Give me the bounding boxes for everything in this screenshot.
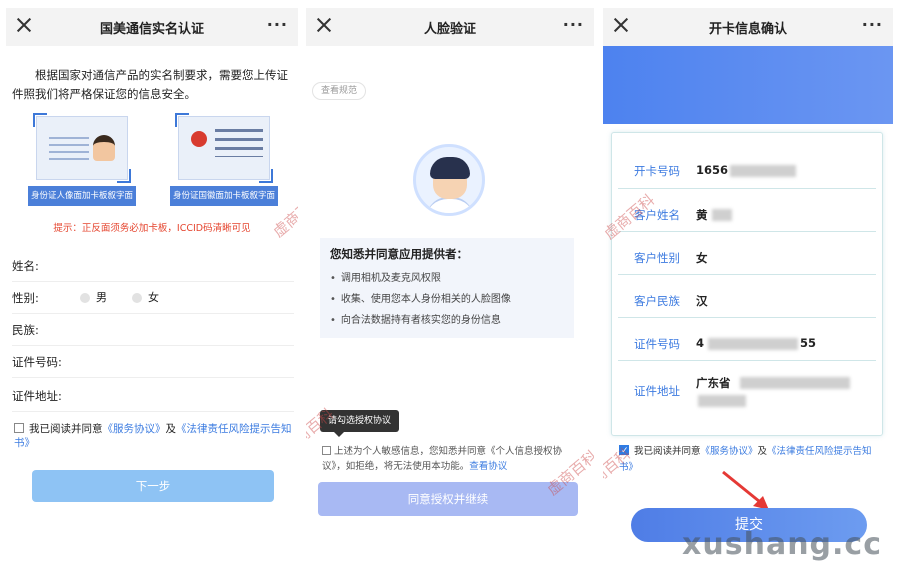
site-watermark: xushang.cc xyxy=(682,527,882,562)
info-card: 开卡号码 1656 客户姓名 黄 客户性别 女 客户民族 汉 证件号码 4 55… xyxy=(611,132,883,436)
face-verify-screen: 人脸验证 ··· 查看规范 您知悉并同意应用提供者： 调用相机及麦克风权限 收集… xyxy=(306,8,594,562)
redaction xyxy=(708,338,798,350)
more-options-icon[interactable]: ··· xyxy=(862,15,883,34)
info-value: 4 xyxy=(696,336,705,350)
id-card-back-upload[interactable]: 身份证国徽面加卡板叙字面 xyxy=(170,110,278,206)
consent-box: 您知悉并同意应用提供者： 调用相机及麦克风权限 收集、使用您本人身份相关的人脸图… xyxy=(320,238,574,338)
agree-continue-button[interactable]: 同意授权并继续 xyxy=(318,482,578,516)
info-value: 1656 xyxy=(696,163,729,177)
redaction xyxy=(698,395,746,407)
page-title: 国美通信实名认证 xyxy=(99,22,204,37)
agree-checkbox[interactable] xyxy=(14,423,24,433)
and-text: 及 xyxy=(757,446,768,457)
view-spec-button[interactable]: 查看规范 xyxy=(312,82,367,100)
navbar: 国美通信实名认证 ··· xyxy=(6,8,298,46)
info-value: 汉 xyxy=(696,294,708,308)
address-field[interactable]: 证件地址: xyxy=(12,380,294,412)
header-banner xyxy=(603,46,893,124)
gender-field: 性别: 男 女 xyxy=(12,282,294,314)
male-radio[interactable] xyxy=(80,293,90,303)
more-options-icon[interactable]: ··· xyxy=(267,15,288,34)
address-label: 证件地址: xyxy=(12,389,62,403)
page-title: 开卡信息确认 xyxy=(708,22,787,37)
agree-prefix: 我已阅读并同意 xyxy=(634,446,701,457)
info-value: 女 xyxy=(696,251,708,265)
view-protocol-link[interactable]: 查看协议 xyxy=(469,461,507,472)
authorize-checkbox[interactable] xyxy=(322,446,331,455)
info-value: 广东省 xyxy=(696,376,731,390)
navbar: 开卡信息确认 ··· xyxy=(603,8,893,46)
info-row-phone: 开卡号码 1656 xyxy=(618,143,876,189)
male-label: 男 xyxy=(96,291,107,304)
redaction xyxy=(740,377,850,389)
and-text: 及 xyxy=(165,423,177,435)
id-card-front-image xyxy=(33,113,131,183)
ethnicity-label: 民族: xyxy=(12,323,39,337)
id-card-front-caption: 身份证人像面加卡板叙字面 xyxy=(28,186,136,206)
redaction xyxy=(712,209,732,221)
navbar: 人脸验证 ··· xyxy=(306,8,594,46)
authorization-text: 上述为个人敏感信息，您知悉并同意《个人信息授权协议》，如拒绝，将无法使用本功能。 xyxy=(322,446,563,472)
id-number-field[interactable]: 证件号码: xyxy=(12,346,294,378)
consent-item: 向合法数据持有者核实您的身份信息 xyxy=(330,310,564,331)
intro-text: 根据国家对通信产品的实名制要求，需要您上传证件照我们将严格保证您的信息安全。 xyxy=(12,68,288,101)
info-row-name: 客户姓名 黄 xyxy=(618,189,876,232)
national-emblem-icon xyxy=(191,131,207,147)
service-agreement-link[interactable]: 《服务协议》 xyxy=(103,423,166,435)
id-card-back-caption: 身份证国徽面加卡板叙字面 xyxy=(170,186,278,206)
info-row-address: 证件地址 广东省 xyxy=(618,361,876,419)
agreement-row: 我已阅读并同意《服务协议》及《法律责任风险提示告知书》 xyxy=(14,422,292,450)
consent-item: 调用相机及麦克风权限 xyxy=(330,268,564,289)
info-value: 黄 xyxy=(696,208,708,222)
name-field[interactable]: 姓名: xyxy=(12,250,294,282)
info-label: 证件号码 xyxy=(634,337,680,351)
info-label: 开卡号码 xyxy=(634,164,680,178)
id-number-label: 证件号码: xyxy=(12,355,62,369)
more-options-icon[interactable]: ··· xyxy=(563,15,584,34)
info-row-id-number: 证件号码 4 55 xyxy=(618,318,876,361)
portrait-icon xyxy=(93,135,115,161)
redaction xyxy=(730,165,796,177)
info-row-ethnicity: 客户民族 汉 xyxy=(618,275,876,318)
consent-item: 收集、使用您本人身份相关的人脸图像 xyxy=(330,289,564,310)
next-button[interactable]: 下一步 xyxy=(32,470,274,502)
id-card-back-image xyxy=(175,113,273,183)
info-label: 客户民族 xyxy=(634,294,680,308)
realname-auth-screen: 国美通信实名认证 ··· 根据国家对通信产品的实名制要求，需要您上传证件照我们将… xyxy=(6,8,298,562)
id-number-tail: 55 xyxy=(800,336,817,350)
info-row-gender: 客户性别 女 xyxy=(618,232,876,275)
ethnicity-field[interactable]: 民族: xyxy=(12,314,294,346)
agree-prefix: 我已阅读并同意 xyxy=(29,423,103,435)
female-radio[interactable] xyxy=(132,293,142,303)
page-title: 人脸验证 xyxy=(423,22,476,37)
card-info-confirm-screen: 开卡信息确认 ··· 开卡号码 1656 客户姓名 黄 客户性别 女 客户民族 … xyxy=(603,8,893,562)
service-agreement-link[interactable]: 《服务协议》 xyxy=(701,446,758,457)
gender-label: 性别: xyxy=(12,291,39,305)
consent-title: 您知悉并同意应用提供者： xyxy=(330,247,468,261)
id-card-front-upload[interactable]: 身份证人像面加卡板叙字面 xyxy=(28,110,136,206)
face-avatar-icon xyxy=(413,144,485,216)
female-label: 女 xyxy=(148,291,159,304)
info-label: 客户性别 xyxy=(634,251,680,265)
name-label: 姓名: xyxy=(12,259,39,273)
info-label: 证件地址 xyxy=(634,384,680,398)
authorization-row: 上述为个人敏感信息，您知悉并同意《个人信息授权协议》，如拒绝，将无法使用本功能。… xyxy=(322,444,582,474)
upload-hint: 提示：正反面须务必加卡板，ICCID码清晰可见 xyxy=(53,223,251,234)
